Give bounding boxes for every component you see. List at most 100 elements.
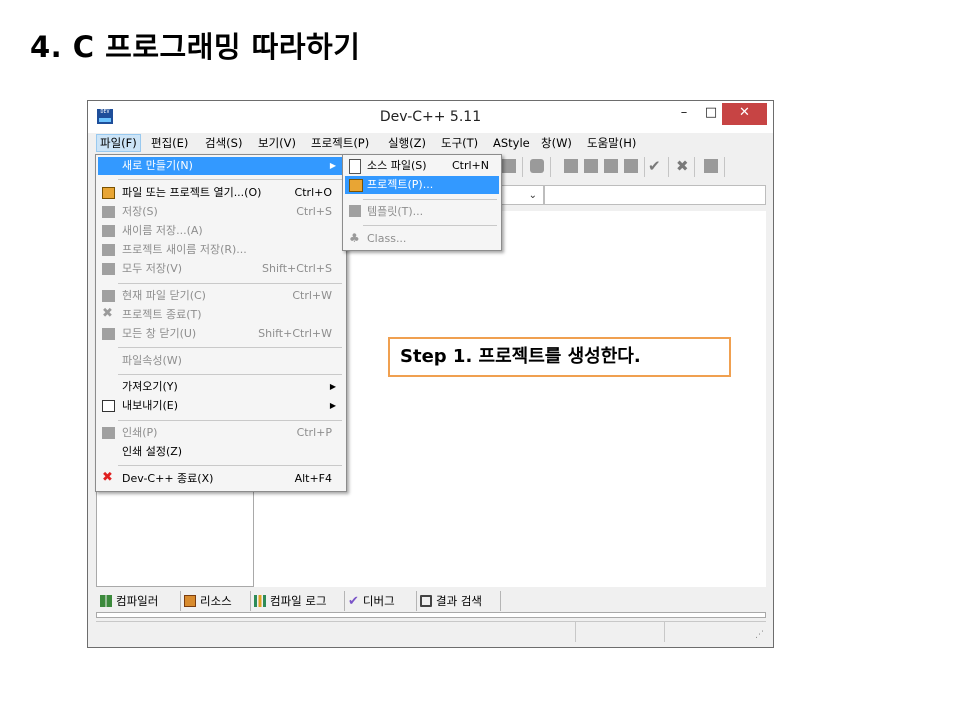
close-file-icon: [102, 290, 115, 302]
tab-label: 디버그: [362, 594, 395, 608]
toolbar-check-icon[interactable]: ✔: [648, 159, 664, 174]
menu-separator: [118, 347, 342, 348]
toolbar-run-icon[interactable]: [530, 159, 544, 173]
menu-item-properties[interactable]: 파일속성(W): [98, 352, 344, 370]
file-menu-dropdown: 새로 만들기(N) ▶ 파일 또는 프로젝트 열기...(O) Ctrl+O 저…: [95, 154, 347, 492]
template-icon: [349, 205, 361, 217]
toolbar-compile-icon[interactable]: [502, 159, 516, 173]
debug-check-icon: ✔: [348, 594, 359, 609]
tab-find-results[interactable]: 결과 검색: [416, 591, 501, 611]
compile-log-chart-icon: [254, 595, 266, 607]
menu-item-import[interactable]: 가져오기(Y) ▶: [98, 378, 344, 396]
project-icon: [349, 179, 363, 192]
menu-item-shortcut: Ctrl+P: [296, 426, 332, 439]
menu-separator: [118, 420, 342, 421]
menu-separator: [118, 465, 342, 466]
menu-file[interactable]: 파일(F): [96, 134, 141, 152]
tab-label: 컴파일 로그: [270, 594, 327, 608]
submenu-item-class[interactable]: ♣ Class...: [345, 230, 499, 248]
menu-item-export[interactable]: 내보내기(E) ▶: [98, 397, 344, 415]
submenu-item-label: 템플릿(T)...: [367, 205, 424, 218]
menu-item-save[interactable]: 저장(S) Ctrl+S: [98, 203, 344, 221]
menu-item-label: 파일 또는 프로젝트 열기...(O): [122, 186, 262, 199]
close-button[interactable]: ✕: [722, 103, 767, 125]
menu-item-save-all[interactable]: 모두 저장(V) Shift+Ctrl+S: [98, 260, 344, 278]
title-bar[interactable]: DEV Dev-C++ 5.11 – □ ✕: [88, 101, 773, 133]
find-results-icon: [420, 595, 432, 607]
menu-item-label: 저장(S): [122, 205, 158, 218]
export-icon: [102, 400, 115, 412]
menu-item-label: 프로젝트 새이름 저장(R)...: [122, 243, 247, 256]
toolbar-grid-icon[interactable]: [564, 159, 578, 173]
toolbar-separator: [644, 157, 645, 177]
menu-item-close-all[interactable]: 모든 창 닫기(U) Shift+Ctrl+W: [98, 325, 344, 343]
resize-grip-icon[interactable]: ⋰: [755, 630, 764, 640]
menu-item-close-file[interactable]: 현재 파일 닫기(C) Ctrl+W: [98, 287, 344, 305]
tab-label: 컴파일러: [116, 594, 159, 608]
menu-execute[interactable]: 실행(Z): [385, 135, 429, 151]
compiler-grid-icon: [100, 595, 112, 607]
menu-item-print[interactable]: 인쇄(P) Ctrl+P: [98, 424, 344, 442]
menu-item-label: 파일속성(W): [122, 354, 182, 367]
menu-separator: [118, 283, 342, 284]
menu-astyle[interactable]: AStyle: [490, 135, 533, 151]
menu-item-label: 새로 만들기(N): [122, 159, 193, 172]
menu-search[interactable]: 검색(S): [202, 135, 245, 151]
close-all-icon: [102, 328, 115, 340]
submenu-item-source-file[interactable]: 소스 파일(S) Ctrl+N: [345, 157, 499, 175]
menu-item-exit[interactable]: ✖ Dev-C++ 종료(X) Alt+F4: [98, 470, 344, 488]
save-as-icon: [102, 225, 115, 237]
menu-view[interactable]: 보기(V): [255, 135, 299, 151]
submenu-arrow-icon: ▶: [329, 401, 336, 410]
open-folder-icon: [102, 187, 115, 199]
tab-resources[interactable]: 리소스: [180, 591, 251, 611]
menu-help[interactable]: 도움말(H): [584, 135, 639, 151]
menu-item-label: 프로젝트 종료(T): [122, 308, 202, 321]
menu-item-shortcut: Ctrl+S: [296, 205, 332, 218]
print-icon: [102, 427, 115, 439]
tab-debug[interactable]: ✔ 디버그: [344, 591, 417, 611]
menu-item-open[interactable]: 파일 또는 프로젝트 열기...(O) Ctrl+O: [98, 184, 344, 202]
menu-project[interactable]: 프로젝트(P): [308, 135, 372, 151]
maximize-button[interactable]: □: [698, 103, 724, 125]
toolbar-separator: [522, 157, 523, 177]
save-icon: [102, 206, 115, 218]
member-combo-box[interactable]: [544, 185, 766, 205]
tab-compiler[interactable]: 컴파일러: [96, 591, 181, 611]
tab-compile-log[interactable]: 컴파일 로그: [250, 591, 345, 611]
menu-window[interactable]: 창(W): [538, 135, 575, 151]
menu-separator: [118, 374, 342, 375]
horizontal-scrollbar[interactable]: [96, 612, 766, 618]
new-submenu-dropdown: 소스 파일(S) Ctrl+N 프로젝트(P)... 템플릿(T)... ♣ C…: [342, 154, 502, 251]
toolbar-delete-icon[interactable]: ✖: [676, 159, 692, 174]
menu-item-label: 인쇄 설정(Z): [122, 445, 183, 458]
menu-item-save-project-as[interactable]: 프로젝트 새이름 저장(R)...: [98, 241, 344, 259]
menu-item-shortcut: Alt+F4: [294, 472, 332, 485]
menu-edit[interactable]: 편집(E): [148, 135, 191, 151]
toolbar-chart-icon[interactable]: [704, 159, 718, 173]
menu-item-shortcut: Shift+Ctrl+W: [258, 327, 332, 340]
submenu-arrow-icon: ▶: [329, 382, 336, 391]
tab-label: 리소스: [200, 594, 232, 608]
step-callout: Step 1. 프로젝트를 생성한다.: [388, 337, 731, 377]
exit-icon: ✖: [102, 470, 113, 485]
close-project-icon: ✖: [102, 306, 113, 321]
toolbar-square-icon[interactable]: [584, 159, 598, 173]
toolbar-separator: [694, 157, 695, 177]
submenu-item-template[interactable]: 템플릿(T)...: [345, 203, 499, 221]
status-bar: ⋰: [96, 621, 766, 642]
status-segment: [576, 622, 665, 642]
menu-item-label: Dev-C++ 종료(X): [122, 472, 214, 485]
menu-tools[interactable]: 도구(T): [438, 135, 481, 151]
menu-item-new[interactable]: 새로 만들기(N) ▶: [98, 157, 344, 175]
resources-icon: [184, 595, 196, 607]
menu-item-save-as[interactable]: 새이름 저장...(A): [98, 222, 344, 240]
submenu-item-project[interactable]: 프로젝트(P)...: [345, 176, 499, 194]
status-segment: [96, 622, 576, 642]
toolbar-square-icon[interactable]: [604, 159, 618, 173]
menu-item-label: 새이름 저장...(A): [122, 224, 203, 237]
toolbar-grid-icon[interactable]: [624, 159, 638, 173]
minimize-button[interactable]: –: [671, 103, 697, 125]
menu-item-close-project[interactable]: ✖ 프로젝트 종료(T): [98, 306, 344, 324]
menu-item-print-setup[interactable]: 인쇄 설정(Z): [98, 443, 344, 461]
